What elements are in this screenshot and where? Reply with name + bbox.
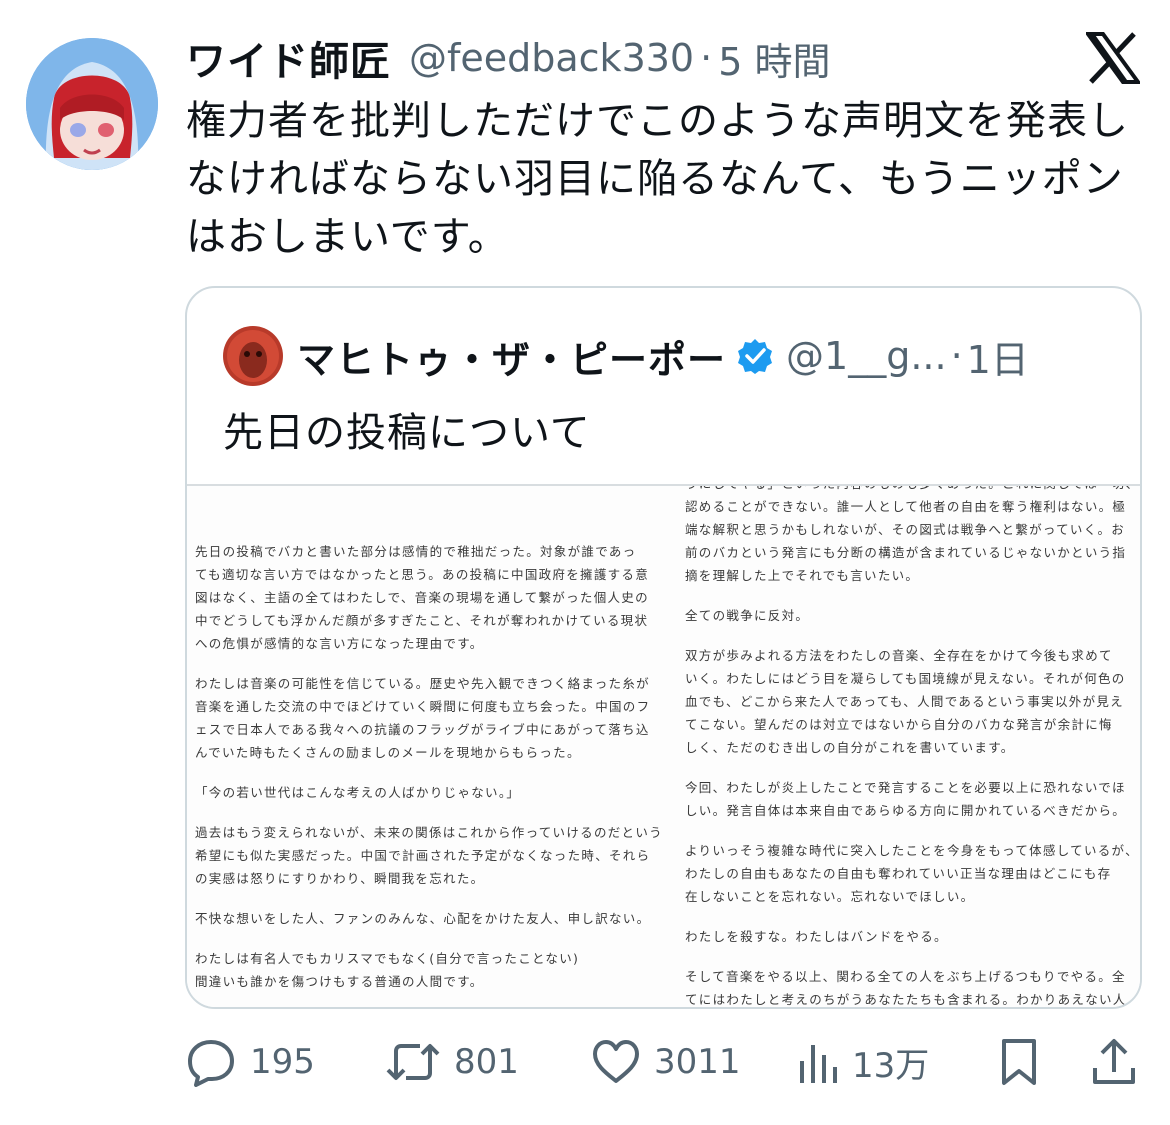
statement-line: 摘を理解した上でそれでも言いたい。: [685, 568, 920, 583]
statement-line: 過去はもう変えられないが、未来の関係はこれから作っていけるのだという: [195, 825, 663, 840]
reply-count: 195: [250, 1042, 315, 1082]
statement-line: 在しないことを忘れない。忘れないでほしい。: [685, 889, 975, 904]
statement-line: 図はなく、主語の全てはわたしで、音楽の現場を通して繋がった個人史の: [195, 590, 649, 605]
author-display-name[interactable]: ワイド師匠: [186, 29, 391, 87]
statement-line: んでいた時もたくさんの励ましのメールを現地からもらった。: [195, 745, 581, 760]
statement-line: いく。わたしにはどう目を凝らしても国境線が見えない。それが何色の: [685, 671, 1126, 686]
statement-line: 双方が歩みよれる方法をわたしの音楽、全存在をかけて今後も求めて: [685, 648, 1113, 663]
quoted-author-avatar: [223, 326, 283, 386]
tweet-header: ワイド師匠 @feedback330 · 5 時間: [186, 29, 830, 87]
statement-line: 全ての戦争に反対。: [685, 608, 810, 623]
repost-icon: [386, 1037, 440, 1087]
tweet-text: 権力者を批判しただけでこのような声明文を発表しなければならない羽目に陥るなんて、…: [186, 98, 1129, 260]
statement-column-left: 先日の投稿でバカと書いた部分は感情的で稚拙だった。対象が誰であっ ても適切な言い方…: [195, 540, 663, 993]
statement-line: てこない。望んだのは対立ではないから自分のバカな発言が余計に悔: [685, 717, 1113, 732]
statement-line: 今回、わたしが炎上したことで発言することを必要以上に恐れないでほ: [685, 780, 1126, 795]
reply-button[interactable]: 195: [186, 1030, 315, 1094]
separator-dot: ·: [950, 334, 963, 378]
statement-line: わたしは有名人でもカリスマでもなく(自分で言ったことない): [195, 951, 580, 966]
like-button[interactable]: 3011: [592, 1030, 741, 1094]
share-button[interactable]: [1092, 1030, 1136, 1094]
repost-count: 801: [454, 1042, 519, 1082]
statement-line: わたしは音楽の可能性を信じている。歴史や先入観できつく絡まった糸が: [195, 676, 650, 691]
quoted-tweet-image[interactable]: 先日の投稿でバカと書いた部分は感情的で稚拙だった。対象が誰であっ ても適切な言い方…: [187, 484, 1140, 1007]
like-icon: [592, 1039, 640, 1085]
views-icon: [798, 1039, 838, 1085]
statement-line: うにしてやる」といった内容のものも多くあった。これに関しては一切、: [685, 486, 1140, 495]
quoted-author-handle: @1__g...: [786, 334, 947, 378]
statement-line: わたしを殺すな。わたしはバンドをやる。: [685, 929, 948, 944]
statement-line: 「今の若い世代はこんな考えの人ばかりじゃない。」: [195, 785, 521, 800]
statement-line: 先日の投稿でバカと書いた部分は感情的で稚拙だった。対象が誰であっ: [195, 544, 637, 559]
statement-line: しく、ただのむき出しの自分がこれを書いています。: [685, 740, 1015, 755]
x-logo-icon: [1084, 32, 1142, 84]
statement-line: への危惧が感情的な言い方になった理由です。: [195, 636, 484, 651]
statement-line: 血でも、どこから来た人であっても、人間であるという事実以外が見え: [685, 694, 1124, 709]
statement-line: 間違いも誰かを傷つけもする普通の人間です。: [195, 974, 484, 989]
tweet-timestamp[interactable]: 5 時間: [718, 31, 830, 86]
statement-line: 音楽を通した交流の中でほどけていく瞬間に何度も立ち会った。中国のフ: [195, 699, 651, 714]
quoted-author-display-name: マヒトゥ・ザ・ピーポー: [297, 337, 727, 382]
statement-line: 中でどうしても浮かんだ顔が多すぎたこと、それが奪われかけている現状: [195, 613, 649, 628]
statement-line: ても適切な言い方ではなかったと思う。あの投稿に中国政府を擁護する意: [195, 567, 650, 582]
statement-line: 前のバカという発言にも分断の構造が含まれているじゃないかという指: [685, 545, 1127, 560]
views-count: 13万: [852, 1045, 930, 1086]
statement-line: わたしの自由もあなたの自由も奪われていい正当な理由はどこにも存: [685, 866, 1112, 881]
statement-line: しい。発言自体は本来自由であらゆる方向に開かれているべきだから。: [685, 803, 1127, 818]
share-icon: [1092, 1038, 1136, 1086]
quoted-tweet-text: 先日の投稿について: [223, 410, 591, 456]
separator-dot: ·: [700, 36, 713, 80]
statement-line: てにはわたしと考えのちがうあなたたちも含まれる。わかりあえない人: [685, 992, 1127, 1007]
quoted-tweet-card[interactable]: マヒトゥ・ザ・ピーポー @1__g... · 1日 先日の投稿について 先日の投…: [185, 286, 1142, 1009]
author-avatar[interactable]: [26, 38, 158, 170]
action-bar: 195 801 3011 13万: [0, 1030, 1170, 1094]
views-button[interactable]: 13万: [798, 1030, 929, 1094]
verified-badge-icon: [736, 337, 774, 375]
bookmark-button[interactable]: [1000, 1030, 1038, 1094]
statement-column-right: うにしてやる」といった内容のものも多くあった。これに関しては一切、認めることがで…: [685, 486, 1140, 1007]
quoted-tweet-header: マヒトゥ・ザ・ピーポー @1__g... · 1日: [223, 326, 1029, 386]
bookmark-icon: [1000, 1038, 1038, 1086]
statement-line: の実感は怒りにすりかわり、瞬間我を忘れた。: [195, 871, 485, 886]
statement-line: 不快な想いをした人、ファンのみんな、心配をかけた友人、申し訳ない。: [195, 911, 651, 926]
repost-button[interactable]: 801: [386, 1030, 519, 1094]
reply-icon: [186, 1037, 236, 1087]
statement-line: 認めることができない。誰一人として他者の自由を奪う権利はない。極: [685, 499, 1127, 514]
like-count: 3011: [654, 1042, 741, 1082]
author-handle[interactable]: @feedback330: [409, 36, 694, 80]
quoted-tweet-timestamp: 1日: [966, 337, 1029, 382]
statement-line: よりいっそう複雑な時代に突入したことを今身をもって体感しているが、: [685, 843, 1139, 858]
statement-line: 端な解釈と思うかもしれないが、その図式は戦争へと繋がっていく。お: [685, 522, 1126, 537]
statement-line: そして音楽をやる以上、関わる全ての人をぶち上げるつもりでやる。全: [685, 969, 1126, 984]
statement-line: 希望にも似た実感だった。中国で計画された予定がなくなった時、それら: [195, 848, 651, 863]
statement-line: ェスで日本人である我々への抗議のフラッグがライブ中にあがって落ち込: [195, 722, 650, 737]
